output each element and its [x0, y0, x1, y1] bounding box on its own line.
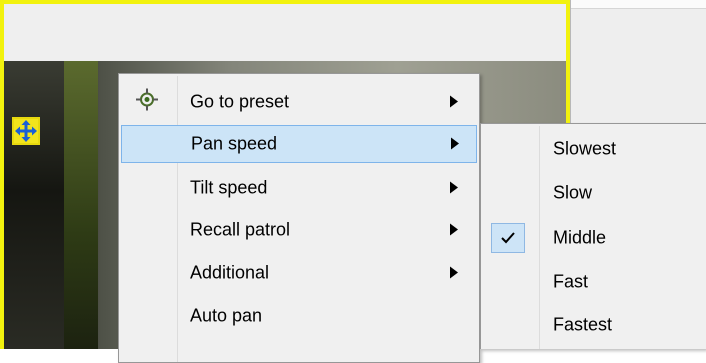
submenu-item-label: Middle	[553, 227, 607, 248]
checkmark-icon	[501, 232, 515, 244]
menu-item-additional[interactable]: Additional	[121, 254, 477, 292]
move-arrows-icon	[15, 120, 37, 142]
video-dark-region	[4, 61, 64, 349]
video-object-region	[64, 61, 98, 349]
submenu-item-middle[interactable]: Middle	[483, 218, 705, 258]
camera-pane-header	[4, 4, 566, 61]
menu-item-label: Go to preset	[190, 91, 290, 112]
submenu-arrow-icon	[450, 92, 458, 113]
submenu-item-label: Fastest	[553, 314, 613, 335]
submenu-item-label: Slow	[553, 182, 593, 203]
submenu-item-label: Fast	[553, 271, 589, 292]
submenu-item-label: Slowest	[553, 138, 617, 159]
submenu-item-fast[interactable]: Fast	[483, 262, 705, 302]
target-icon	[136, 88, 158, 116]
submenu-arrow-icon	[450, 263, 458, 284]
menu-item-auto-pan[interactable]: Auto pan	[121, 297, 477, 335]
submenu-arrow-icon	[450, 178, 458, 199]
menu-item-pan-speed[interactable]: Pan speed	[121, 125, 477, 163]
menu-item-recall-patrol[interactable]: Recall patrol	[121, 211, 477, 249]
pan-speed-submenu: Slowest Slow Middle Fast Fastest	[480, 123, 706, 349]
menu-item-label: Pan speed	[191, 133, 278, 154]
checkmark-box	[491, 223, 525, 253]
submenu-arrow-icon	[450, 220, 458, 241]
menu-item-go-to-preset[interactable]: Go to preset	[121, 83, 477, 121]
submenu-item-slow[interactable]: Slow	[483, 173, 705, 213]
submenu-arrow-icon	[451, 134, 459, 155]
menu-item-label: Tilt speed	[190, 177, 268, 198]
submenu-item-fastest[interactable]: Fastest	[483, 305, 705, 345]
ptz-move-button[interactable]	[12, 117, 40, 145]
pane-divider	[571, 0, 706, 9]
context-menu: Go to preset Pan speed Tilt speed Recall…	[118, 73, 480, 363]
menu-item-tilt-speed[interactable]: Tilt speed	[121, 169, 477, 207]
menu-item-label: Additional	[190, 262, 270, 283]
menu-item-label: Recall patrol	[190, 219, 291, 240]
submenu-item-slowest[interactable]: Slowest	[483, 129, 705, 169]
menu-item-label: Auto pan	[190, 305, 263, 326]
